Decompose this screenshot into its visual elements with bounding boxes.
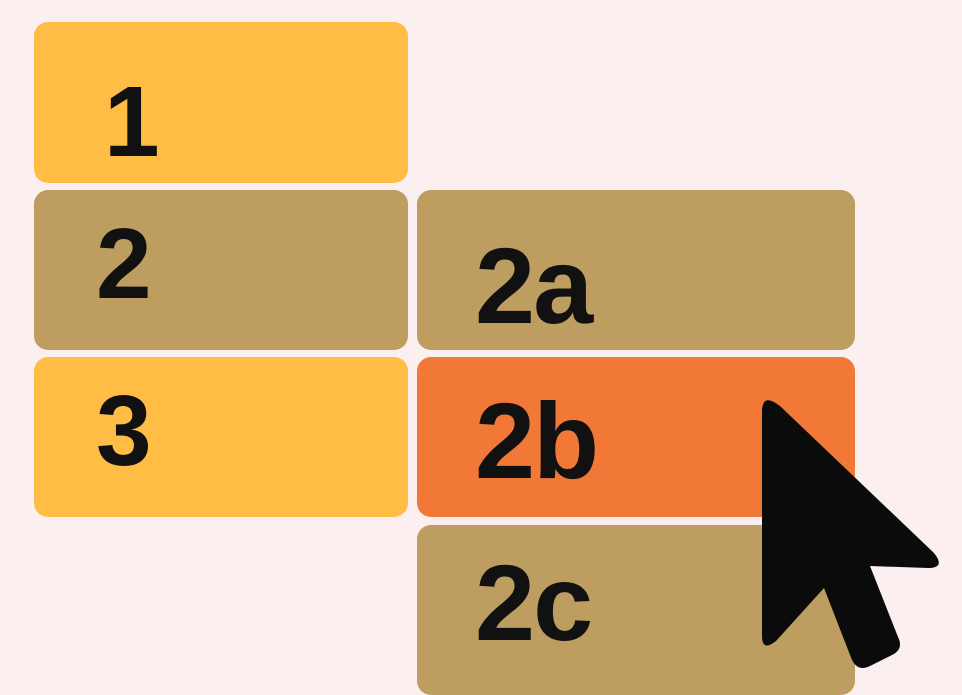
menu-item-2[interactable]: 2	[34, 190, 408, 350]
arrow-pointer-icon	[762, 400, 939, 668]
menu-item-label: 2	[96, 208, 152, 320]
cursor-shape	[762, 400, 939, 668]
menu-item-1[interactable]: 1	[34, 22, 408, 183]
submenu-item-2a[interactable]: 2a	[417, 190, 855, 350]
submenu-item-label: 2a	[475, 225, 593, 346]
submenu-item-label: 2c	[475, 542, 593, 663]
menu-item-3[interactable]: 3	[34, 357, 408, 517]
submenu-item-label: 2b	[475, 380, 599, 501]
menu-item-label: 3	[96, 375, 152, 487]
menu-item-label: 1	[104, 66, 160, 178]
